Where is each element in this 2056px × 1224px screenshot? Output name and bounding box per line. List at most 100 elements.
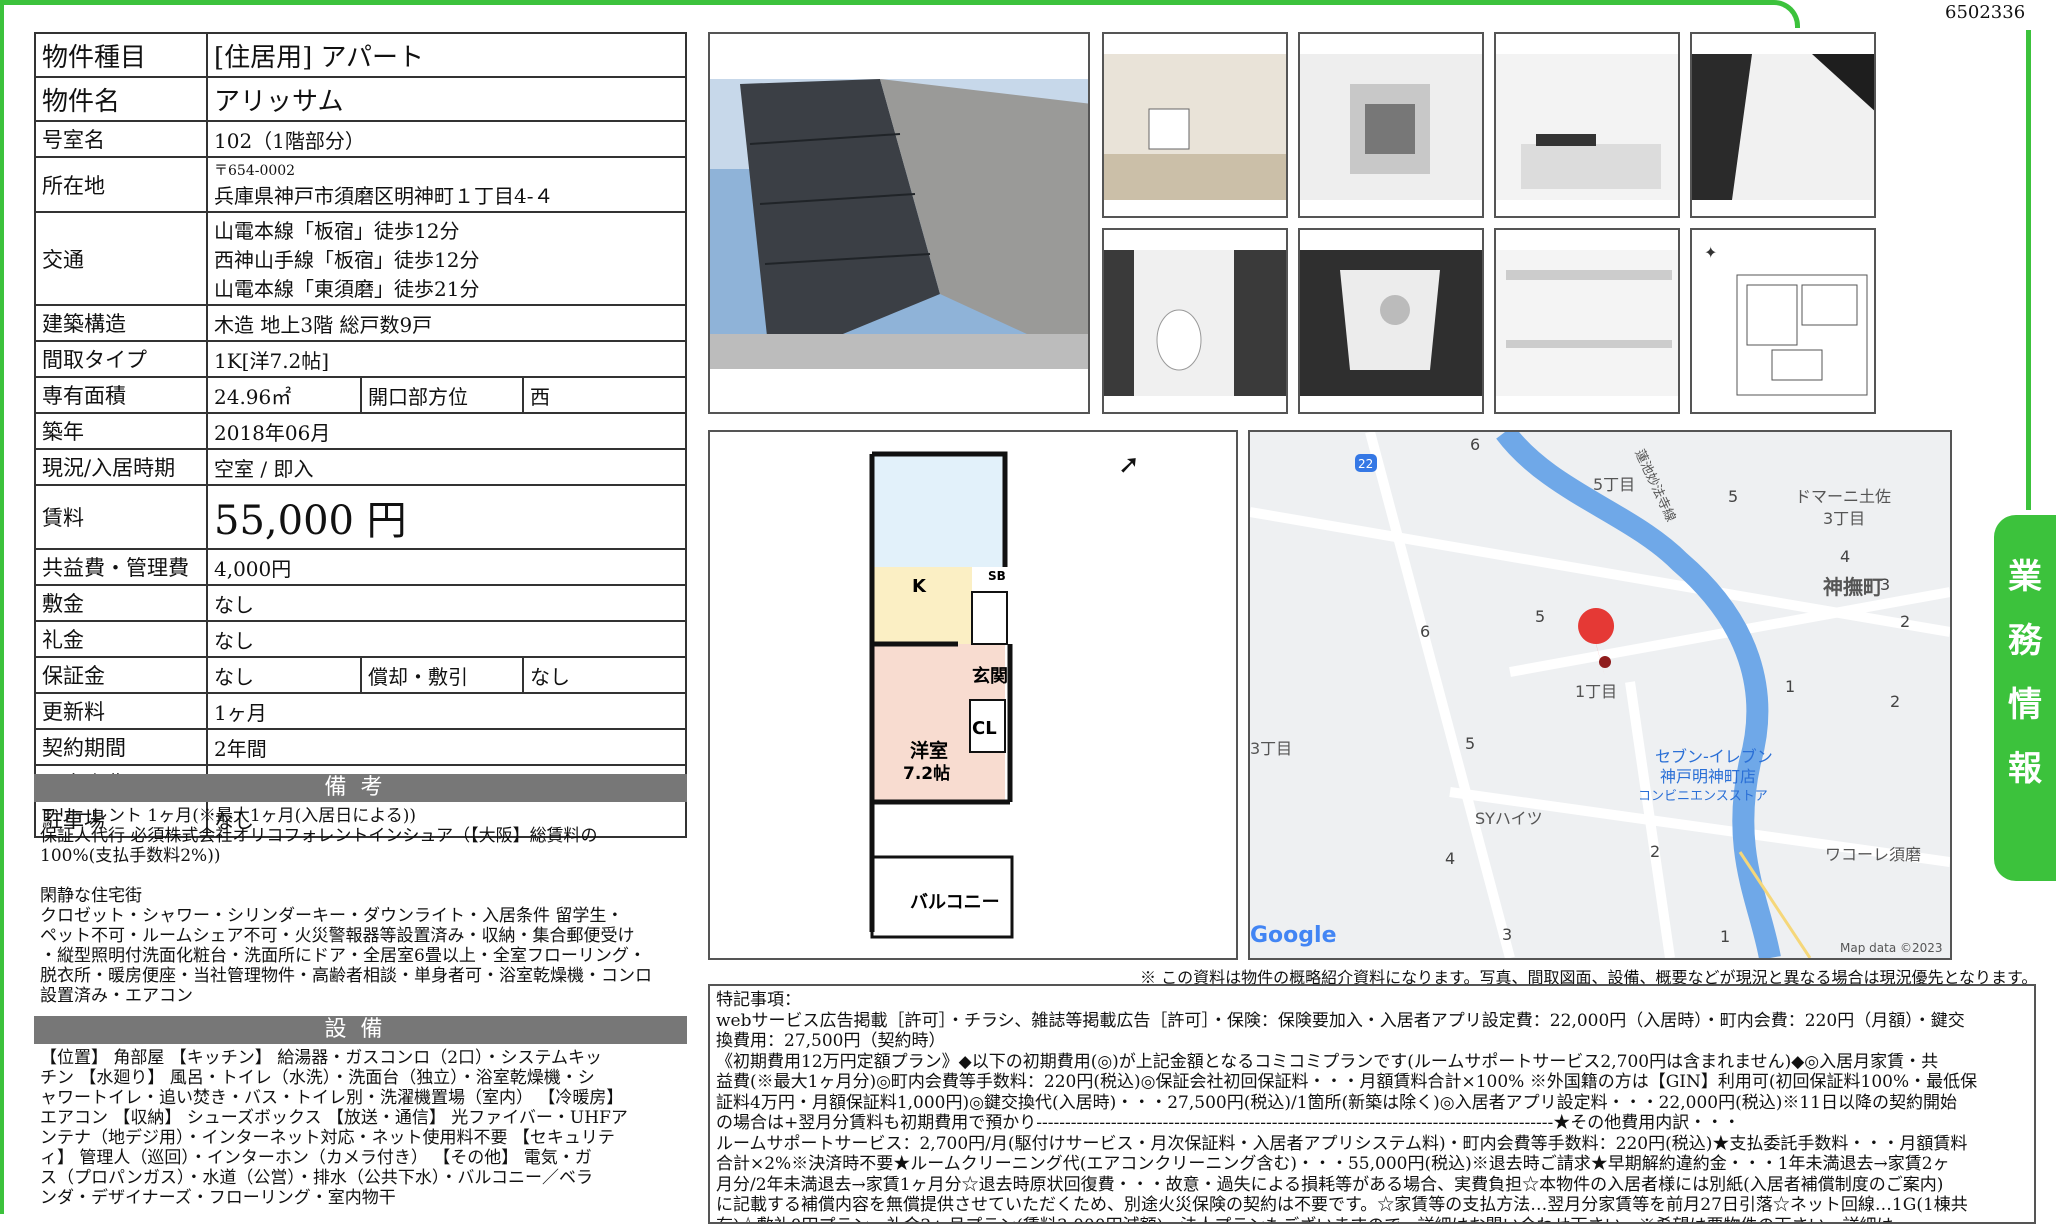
svg-text:6: 6 [1470,435,1480,454]
map-label-dm2: 3丁目 [1823,509,1865,528]
equipment-line: ンダ・デザイナーズ・フローリング・室内物干 [40,1188,685,1208]
map-label-kamu: 神撫町 [1823,575,1883,599]
deposit-value: なし [207,585,686,621]
postal-code: 〒654-0002 [214,160,679,180]
svg-text:6: 6 [1420,622,1430,641]
contract-label: 契約期間 [35,729,207,765]
room-image [1104,34,1288,218]
property-table: 物件種目[住居用] アパート 物件名アリッサム 号室名102（1階部分） 所在地… [34,32,687,838]
contract-value: 2年間 [207,729,686,765]
frame-left [0,0,4,1214]
map[interactable]: 65421265543213 5丁目 ドマーニ土佐 3丁目 神撫町 1丁目 3丁… [1248,430,1952,960]
floor-plan-drawing: K SB 玄関 CL 洋室 7.2帖 バルコニー [710,432,1236,958]
status-value: 空室 / 即入 [207,449,686,485]
equipment-line: ス（プロパンガス）・水道（公営）・排水（公共下水）・バルコニー／ベラ [40,1168,685,1188]
key-money-value: なし [207,621,686,657]
remarks-line: 脱衣所・暖房便座・当社管理物件・高齢者相談・単身者可・浴室乾燥機・コンロ [40,966,685,986]
special-line: に記載する補償内容を無償提供させていただくため、別途火災保険の契約は不要です。☆… [716,1195,2028,1216]
special-line: 合計×2%※決済時不要★ルームクリーニング代(エアコンクリーニング含む)・・・5… [716,1154,2028,1175]
fee-label: 共益費・管理費 [35,549,207,585]
special-title: 特記事項： [716,990,2028,1011]
svg-text:3: 3 [1502,925,1512,944]
kitchen-image [1496,34,1680,218]
layout-value: 1K[洋7.2帖] [207,341,686,377]
guarantee-value: なし [207,657,361,693]
map-label-sy: SYハイツ [1475,809,1543,828]
svg-text:2: 2 [1890,692,1900,711]
equipment-line: ャワートイレ・追い焚き・バス・トイレ別・洗濯機置場（室内） 【冷暖房】 [40,1088,685,1108]
area-value: 24.96㎡ [207,377,361,413]
svg-text:2: 2 [1650,842,1660,861]
room-size-label: 7.2帖 [903,763,950,784]
equipment-text: 【位置】 角部屋 【キッチン】 給湯器・ガスコンロ（2口）・システムキッ チン … [40,1048,685,1208]
toilet-image [1104,230,1288,414]
frame-right [2026,30,2031,510]
interior-photo[interactable] [1102,32,1288,218]
special-line: 益費(※最大1ヶ月分)◎町内会費等手数料：220円(税込)◎保証会社初回保証料・… [716,1072,2028,1093]
remarks-text: フリーレント 1ヶ月(※最大1ヶ月(入居日による)) 保証人代行 必須株式会社オ… [40,806,685,1006]
remarks-header: 備考 [34,774,687,802]
building-exterior-image [710,34,1090,414]
interior-photo[interactable] [1494,32,1680,218]
type-label: 物件種目 [35,33,207,77]
map-label-wako: ワコーレ須磨 [1825,845,1921,864]
special-line: の場合は+翌月分賃料も初期費用で預かり---------------------… [716,1113,2028,1134]
remarks-line: ペット不可・ルームシェア不可・火災警報器等設置済み・収納・集合郵便受け [40,926,685,946]
interior-photo[interactable] [1690,32,1876,218]
room-label: 号室名 [35,121,207,157]
transit-line: 山電本線「板宿」徒歩12分 [214,215,679,244]
svg-text:5: 5 [1728,487,1738,506]
structure-value: 木造 地上3階 総戸数9戸 [207,305,686,341]
name-value: アリッサム [207,77,686,121]
equipment-line: ィ】 管理人（巡回）・インターホン（カメラ付き） 【その他】 電気・ガ [40,1148,685,1168]
renewal-value: 1ヶ月 [207,693,686,729]
fee-value: 4,000円 [207,549,686,585]
map-label-seven-store: 神戸明神町店 [1660,767,1756,786]
special-line: 月分/2年未満退去→家賃1ヶ月分☆退去時原状回復費・・・故意・過失による損耗等が… [716,1175,2028,1196]
building-photo[interactable] [708,32,1090,414]
frame-top [0,0,1800,28]
equipment-line: チン 【水廻り】 風呂・トイレ（水洗）・洗面台（独立）・浴室乾燥機・シ [40,1068,685,1088]
remarks-line: クロゼット・シャワー・シリンダーキー・ダウンライト・入居条件 留学生・ [40,906,685,926]
equipment-header: 設備 [34,1016,687,1044]
svg-text:4: 4 [1445,849,1455,868]
map-drawing: 65421265543213 5丁目 ドマーニ土佐 3丁目 神撫町 1丁目 3丁… [1250,432,1950,958]
balcony-label: バルコニー [910,892,1000,913]
guarantee-label: 保証金 [35,657,207,693]
svg-text:1: 1 [1785,677,1795,696]
sb-label: SB [988,569,1006,583]
opening-value: 西 [523,377,686,413]
key-money-label: 礼金 [35,621,207,657]
special-line: ルームサポートサービス：2,700円/月(駆付けサービス・月次保証料・入居者アプ… [716,1134,2028,1155]
deposit-label: 敷金 [35,585,207,621]
google-logo: Google [1250,923,1337,948]
svg-text:5: 5 [1535,607,1545,626]
remarks-line: ・縦型照明付洗面化粧台・洗面所にドア・全居室6畳以上・全室フローリング・ [40,946,685,966]
tab-char: 務 [1994,615,2056,667]
site-plan-thumbnail[interactable]: ✦ [1690,228,1876,414]
map-label-seven: セブン-イレブン [1655,747,1773,766]
remarks-line: 保証人代行 必須株式会社オリコフォレントインシュア（【大阪】総賃料の [40,826,685,846]
map-label-road: 22 [1358,457,1373,471]
rent-value: 55,000 円 [207,485,686,549]
built-label: 築年 [35,413,207,449]
opening-label: 開口部方位 [361,377,523,413]
site-plan-image: ✦ [1692,230,1876,414]
interior-photo[interactable] [1102,228,1288,414]
business-info-tab[interactable]: 業 務 情 報 [1994,515,2056,881]
map-label-conv: コンビニエンスストア [1638,789,1768,804]
closet-label: CL [972,718,997,739]
map-label-dm: ドマーニ土佐 [1795,487,1891,506]
transit-line: 山電本線「東須磨」徒歩21分 [214,273,679,302]
map-credit: Map data ©2023 [1840,941,1943,955]
structure-label: 建築構造 [35,305,207,341]
rent-label: 賃料 [35,485,207,549]
svg-text:1: 1 [1720,927,1730,946]
interior-photo[interactable] [1494,228,1680,414]
map-label-chome3: 3丁目 [1250,739,1292,758]
interior-photo[interactable] [1298,228,1484,414]
special-line: 有)☆敷礼0円プラン・礼金2ヶ月プラン(賃料3,000円減額)・法人プランもござ… [716,1216,2028,1224]
remarks-line [40,866,685,886]
status-label: 現況/入居時期 [35,449,207,485]
interior-photo[interactable] [1298,32,1484,218]
